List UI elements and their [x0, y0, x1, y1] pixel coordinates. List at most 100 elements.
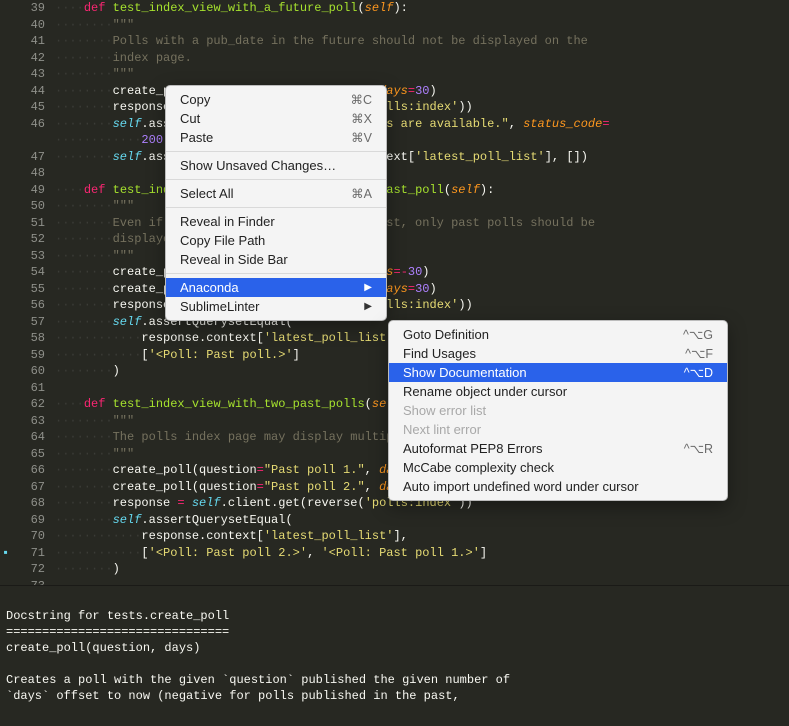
output-line: Docstring for tests.create_poll	[6, 609, 229, 623]
menu-item-label: Rename object under cursor	[403, 384, 567, 399]
code-line[interactable]: 55········create_poll(question="Future p…	[0, 281, 789, 298]
code-content[interactable]: ············['<Poll: Past poll 2.>', '<P…	[55, 545, 789, 562]
code-content[interactable]: ········"""	[55, 66, 789, 83]
menu-item-label: Copy File Path	[180, 233, 265, 248]
code-line[interactable]: 45········response = self.client.get(rev…	[0, 99, 789, 116]
code-line[interactable]: 54········create_poll(question="Past pol…	[0, 264, 789, 281]
menu-item-label: Find Usages	[403, 346, 476, 361]
menu-item-label: Select All	[180, 186, 233, 201]
menu-item-shortcut: ⌘X	[351, 111, 372, 126]
menu-item[interactable]: Copy⌘C	[166, 90, 386, 109]
menu-item-label: Next lint error	[403, 422, 481, 437]
code-line[interactable]: 48	[0, 165, 789, 182]
code-line[interactable]: 44········create_poll(question="Future p…	[0, 83, 789, 100]
line-number: 53	[0, 248, 55, 265]
context-menu[interactable]: Copy⌘C Cut ⌘X Paste⌘V Show Unsaved Changes… S…	[165, 85, 387, 321]
menu-item[interactable]: Cut ⌘X	[166, 109, 386, 128]
line-number: 52	[0, 231, 55, 248]
code-content[interactable]: ········index page.	[55, 50, 789, 67]
line-number: 64	[0, 429, 55, 446]
code-line[interactable]: 42········index page.	[0, 50, 789, 67]
line-number: 54	[0, 264, 55, 281]
line-number: 57	[0, 314, 55, 331]
code-line[interactable]: 41········Polls with a pub_date in the f…	[0, 33, 789, 50]
code-line[interactable]: 49····def test_index_view_with_future_po…	[0, 182, 789, 199]
menu-item-shortcut: ^⌥G	[683, 327, 713, 342]
menu-item[interactable]: SublimeLinter▶	[166, 297, 386, 316]
line-number: 72	[0, 561, 55, 578]
line-number: 59	[0, 347, 55, 364]
menu-item[interactable]: Auto import undefined word under cursor	[389, 477, 727, 496]
menu-item-shortcut: ⌘V	[351, 130, 372, 145]
code-content[interactable]	[55, 578, 789, 586]
menu-item-label: Reveal in Side Bar	[180, 252, 288, 267]
menu-item-shortcut: ⌘C	[350, 92, 372, 107]
code-line[interactable]: 40········"""	[0, 17, 789, 34]
line-number: 49	[0, 182, 55, 199]
menu-item[interactable]: Select All⌘A	[166, 184, 386, 203]
line-number: 60	[0, 363, 55, 380]
menu-separator	[166, 207, 386, 208]
code-line[interactable]: ▪71············['<Poll: Past poll 2.>', …	[0, 545, 789, 562]
line-number: 50	[0, 198, 55, 215]
anaconda-submenu[interactable]: Goto Definition ^⌥G Find Usages^⌥FShow Doc…	[388, 320, 728, 501]
menu-item-label: Auto import undefined word under cursor	[403, 479, 639, 494]
docstring-output-panel: Docstring for tests.create_poll ========…	[0, 585, 789, 726]
menu-item[interactable]: Autoformat PEP8 Errors^⌥R	[389, 439, 727, 458]
menu-item[interactable]: Paste⌘V	[166, 128, 386, 147]
line-number: 63	[0, 413, 55, 430]
menu-item[interactable]: Rename object under cursor	[389, 382, 727, 401]
code-content[interactable]: ····def test_index_view_with_a_future_po…	[55, 0, 789, 17]
code-line[interactable]: 53········"""	[0, 248, 789, 265]
code-line[interactable]: 47········self.assertQuerysetEqual(respo…	[0, 149, 789, 166]
menu-item-shortcut: ^⌥D	[684, 365, 713, 380]
menu-item-label: Goto Definition	[403, 327, 489, 342]
line-number: 65	[0, 446, 55, 463]
line-number: 66	[0, 462, 55, 479]
menu-item[interactable]: Find Usages^⌥F	[389, 344, 727, 363]
menu-item-label: SublimeLinter	[180, 299, 260, 314]
code-line[interactable]: 72········)	[0, 561, 789, 578]
menu-item[interactable]: Goto Definition ^⌥G	[389, 325, 727, 344]
menu-item[interactable]: Copy File Path	[166, 231, 386, 250]
menu-item[interactable]: Show Unsaved Changes…	[166, 156, 386, 175]
line-number: 42	[0, 50, 55, 67]
menu-item-label: Cut	[180, 111, 200, 126]
menu-item[interactable]: Reveal in Finder	[166, 212, 386, 231]
menu-item[interactable]: McCabe complexity check	[389, 458, 727, 477]
code-line[interactable]: 51········Even if both past and future p…	[0, 215, 789, 232]
line-number: ▪71	[0, 545, 55, 562]
code-content[interactable]: ········)	[55, 561, 789, 578]
code-content[interactable]: ········self.assertQuerysetEqual(	[55, 512, 789, 529]
code-line[interactable]: 69········self.assertQuerysetEqual(	[0, 512, 789, 529]
menu-item-label: Anaconda	[180, 280, 239, 295]
line-number: 40	[0, 17, 55, 34]
output-line: `days` offset to now (negative for polls…	[6, 689, 460, 703]
menu-item[interactable]: Reveal in Side Bar	[166, 250, 386, 269]
code-line[interactable]: 70············response.context['latest_p…	[0, 528, 789, 545]
code-content[interactable]: ········Polls with a pub_date in the fut…	[55, 33, 789, 50]
code-line[interactable]: 52········displayed.	[0, 231, 789, 248]
code-line[interactable]: 46········self.assertContains(response, …	[0, 116, 789, 133]
line-number: 61	[0, 380, 55, 397]
line-number: 45	[0, 99, 55, 116]
line-number: 70	[0, 528, 55, 545]
code-line[interactable]: 39····def test_index_view_with_a_future_…	[0, 0, 789, 17]
code-line[interactable]: 43········"""	[0, 66, 789, 83]
menu-item: Show error list	[389, 401, 727, 420]
code-content[interactable]: ············response.context['latest_pol…	[55, 528, 789, 545]
code-line[interactable]: 50········"""	[0, 198, 789, 215]
code-line[interactable]: ············200)	[0, 132, 789, 149]
output-line: ===============================	[6, 625, 229, 639]
code-line[interactable]: 56········response = self.client.get(rev…	[0, 297, 789, 314]
line-number: 67	[0, 479, 55, 496]
menu-item-label: Autoformat PEP8 Errors	[403, 441, 542, 456]
line-number	[0, 132, 55, 149]
code-line[interactable]: 73	[0, 578, 789, 586]
menu-item[interactable]: Show Documentation^⌥D	[389, 363, 727, 382]
menu-separator	[166, 273, 386, 274]
menu-item-label: Show Unsaved Changes…	[180, 158, 336, 173]
submenu-arrow-icon: ▶	[364, 282, 372, 293]
menu-item[interactable]: Anaconda ▶	[166, 278, 386, 297]
code-content[interactable]: ········"""	[55, 17, 789, 34]
